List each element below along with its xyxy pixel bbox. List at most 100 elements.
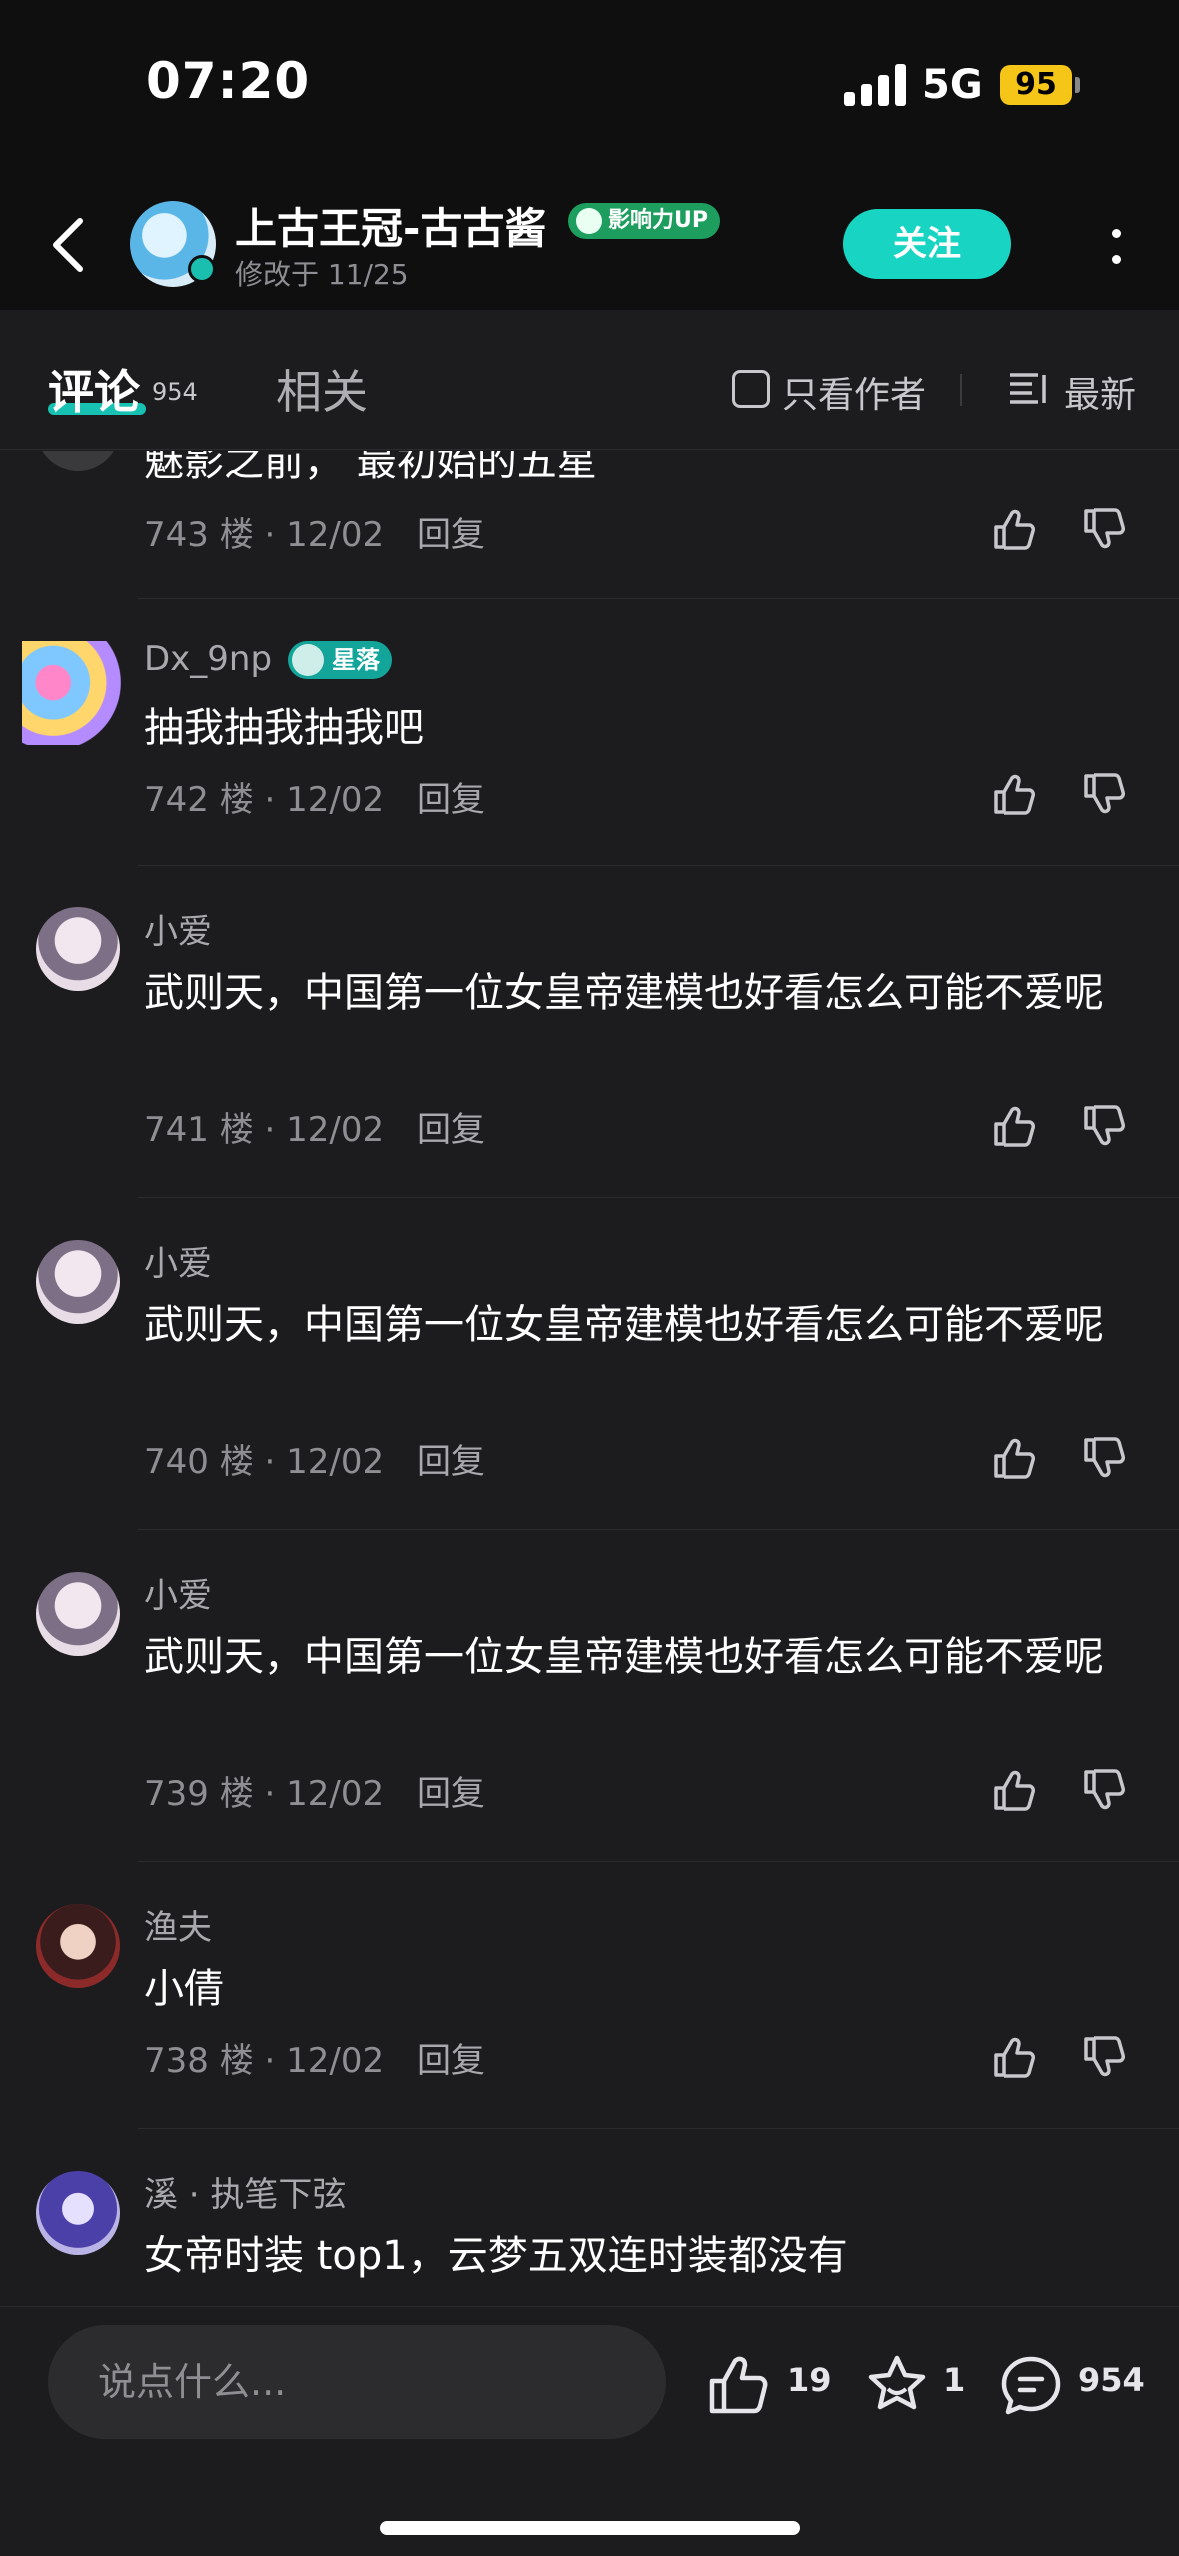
username[interactable]: 小爱	[144, 1236, 212, 1285]
comment-text: 抽我抽我抽我吧	[144, 705, 424, 751]
meta-dot: ·	[264, 1110, 276, 1150]
like-icon[interactable]	[990, 1102, 1038, 1150]
modified-date: 修改于 11/25	[235, 258, 409, 291]
username[interactable]: Dx_9np	[144, 639, 272, 679]
like-icon[interactable]	[990, 770, 1038, 818]
comment-date: 12/02	[286, 780, 385, 820]
avatar[interactable]	[36, 1572, 120, 1656]
network-label: 5G	[922, 62, 983, 108]
comment-date: 12/02	[286, 2041, 385, 2081]
avatar[interactable]	[36, 1904, 120, 1988]
avatar[interactable]	[36, 907, 120, 991]
comment-meta: 741 楼 · 12/02 回复	[144, 1102, 485, 1151]
tab-related[interactable]: 相关	[276, 356, 368, 422]
influence-badge-label: 影响力UP	[608, 208, 708, 233]
comment-date: 12/02	[286, 515, 385, 555]
comment-text: 武则天，中国第一位女皇帝建模也好看怎么可能不爱呢	[144, 1302, 1104, 1348]
dislike-icon[interactable]	[1080, 1434, 1128, 1482]
tab-comments[interactable]: 评论	[48, 356, 140, 422]
avatar[interactable]	[36, 2171, 120, 2255]
influence-badge: 影响力UP	[568, 203, 720, 239]
battery-tip	[1075, 77, 1080, 93]
like-count: 19	[787, 2361, 832, 2399]
like-icon[interactable]	[990, 505, 1038, 553]
back-icon[interactable]	[44, 215, 94, 275]
avatar[interactable]	[36, 1240, 120, 1324]
comment-meta: 740 楼 · 12/02 回复	[144, 1434, 485, 1483]
comment-date: 12/02	[286, 1774, 385, 1814]
username[interactable]: 溪 · 执笔下弦	[144, 2167, 346, 2216]
tab-bar: 评论 954 相关 只看作者 最新	[0, 310, 1179, 450]
floor-number: 739 楼	[144, 1774, 254, 1814]
avatar[interactable]	[22, 641, 126, 745]
comment-item: Dx_9np 星落 抽我抽我抽我吧 742 楼 · 12/02 回复	[0, 599, 1179, 866]
more-icon[interactable]	[1104, 215, 1128, 275]
star-icon[interactable]	[864, 2353, 930, 2417]
comment-item: 小爱 武则天，中国第一位女皇帝建模也好看怎么可能不爱呢 741 楼 · 12/0…	[0, 866, 1179, 1198]
dislike-icon[interactable]	[1080, 2033, 1128, 2081]
floor-number: 742 楼	[144, 780, 254, 820]
username[interactable]: 小爱	[144, 1568, 212, 1617]
comment-text: 魅影之前， 最初始的五星	[144, 451, 597, 485]
reply-button[interactable]: 回复	[417, 780, 485, 820]
comment-text: 武则天，中国第一位女皇帝建模也好看怎么可能不爱呢	[144, 1634, 1104, 1680]
comment-date: 12/02	[286, 1110, 385, 1150]
comment-item: 小爱 武则天，中国第一位女皇帝建模也好看怎么可能不爱呢 739 楼 · 12/0…	[0, 1530, 1179, 1862]
comment-input[interactable]	[48, 2325, 666, 2439]
comment-meta: 738 楼 · 12/02 回复	[144, 2033, 485, 2082]
floor-number: 741 楼	[144, 1110, 254, 1150]
follow-button[interactable]: 关注	[843, 209, 1011, 279]
like-icon[interactable]	[990, 1434, 1038, 1482]
sort-icon[interactable]	[1008, 370, 1048, 408]
meta-dot: ·	[264, 2041, 276, 2081]
comment-item: 魅影之前， 最初始的五星 743 楼 · 12/02 回复	[0, 451, 1179, 599]
comments-count: 954	[152, 378, 198, 406]
bottom-bar: 19 1 954	[0, 2306, 1179, 2556]
comment-text: 女帝时装 top1，云梦五双连时装都没有	[144, 2233, 848, 2279]
divider	[960, 374, 962, 406]
like-icon[interactable]	[990, 1766, 1038, 1814]
comment-date: 12/02	[286, 1442, 385, 1482]
verified-icon	[188, 255, 216, 283]
like-icon[interactable]	[706, 2353, 772, 2417]
comment-text: 武则天，中国第一位女皇帝建模也好看怎么可能不爱呢	[144, 970, 1104, 1016]
star-count: 1	[943, 2361, 966, 2399]
dislike-icon[interactable]	[1080, 770, 1128, 818]
reply-button[interactable]: 回复	[417, 515, 485, 555]
username[interactable]: 小爱	[144, 904, 212, 953]
signal-icon	[844, 64, 906, 106]
reply-button[interactable]: 回复	[417, 2041, 485, 2081]
dislike-icon[interactable]	[1080, 505, 1128, 553]
comment-item: 溪 · 执笔下弦 女帝时装 top1，云梦五双连时装都没有	[0, 2129, 1179, 2306]
meta-dot: ·	[264, 1774, 276, 1814]
like-icon[interactable]	[990, 2033, 1038, 2081]
reply-button[interactable]: 回复	[417, 1442, 485, 1482]
reply-button[interactable]: 回复	[417, 1774, 485, 1814]
meta-dot: ·	[264, 515, 276, 555]
badge-icon	[292, 644, 324, 676]
author-only-checkbox[interactable]	[732, 370, 770, 408]
dislike-icon[interactable]	[1080, 1102, 1128, 1150]
username[interactable]: 渔夫	[144, 1900, 212, 1949]
author-only-label[interactable]: 只看作者	[782, 366, 926, 418]
comment-icon[interactable]	[998, 2353, 1064, 2417]
avatar[interactable]	[36, 451, 120, 471]
meta-dot: ·	[264, 1442, 276, 1482]
sort-label[interactable]: 最新	[1064, 366, 1136, 418]
dislike-icon[interactable]	[1080, 1766, 1128, 1814]
comment-list: 魅影之前， 最初始的五星 743 楼 · 12/02 回复 Dx_9np 星落 …	[0, 451, 1179, 2306]
user-badge-label: 星落	[332, 646, 380, 674]
reply-button[interactable]: 回复	[417, 1110, 485, 1150]
floor-number: 738 楼	[144, 2041, 254, 2081]
home-indicator[interactable]	[380, 2521, 800, 2535]
floor-number: 740 楼	[144, 1442, 254, 1482]
post-header: 上古王冠-古古酱 影响力UP 修改于 11/25 关注	[0, 175, 1179, 310]
comment-meta: 742 楼 · 12/02 回复	[144, 772, 485, 821]
comment-item: 小爱 武则天，中国第一位女皇帝建模也好看怎么可能不爱呢 740 楼 · 12/0…	[0, 1198, 1179, 1530]
user-badge: 星落	[288, 641, 392, 679]
comment-item: 渔夫 小倩 738 楼 · 12/02 回复	[0, 1862, 1179, 2129]
comment-text: 小倩	[144, 1966, 224, 2012]
influence-icon	[576, 208, 602, 234]
comment-count: 954	[1078, 2361, 1145, 2399]
author-name[interactable]: 上古王冠-古古酱	[235, 195, 546, 256]
